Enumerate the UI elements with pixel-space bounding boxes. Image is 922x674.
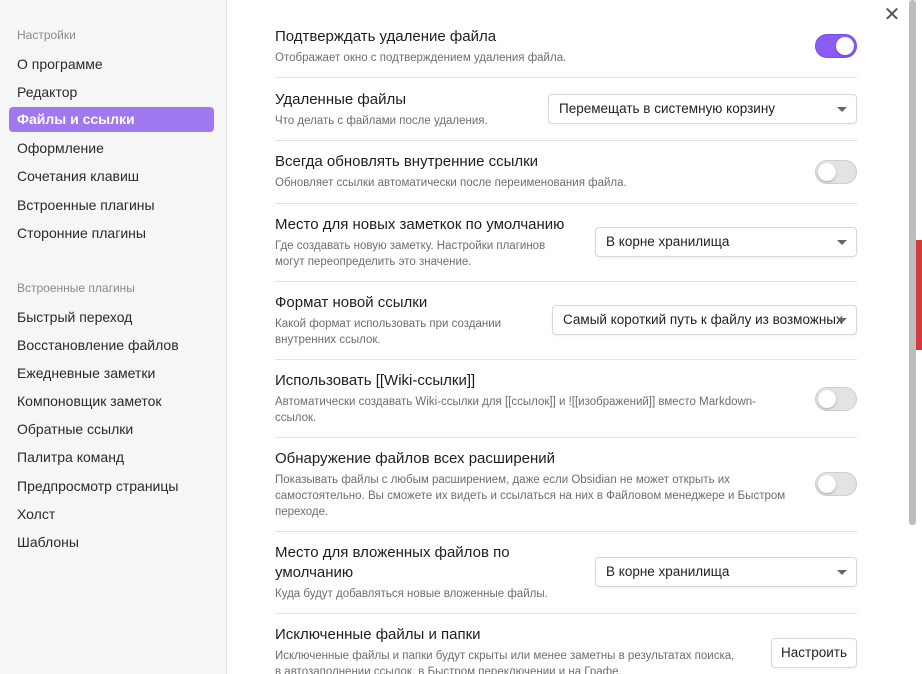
auto-update-links-toggle[interactable]	[815, 160, 857, 184]
setting-name: Всегда обновлять внутренние ссылки	[275, 153, 539, 170]
desc-line: самостоятельно. Вы сможете их видеть и с…	[275, 490, 786, 502]
sidebar-item-command-palette[interactable]: Палитра команд	[9, 445, 214, 470]
setting-wiki-links: Использовать [[Wiki-ссылки]] Автоматичес…	[275, 371, 857, 426]
deleted-files-dropdown[interactable]: Перемещать в системную корзину	[548, 94, 857, 124]
setting-auto-update-links: Всегда обновлять внутренние ссылки Обнов…	[275, 152, 857, 191]
divider	[275, 281, 857, 282]
setting-name: Использовать [[Wiki-ссылки]]	[275, 372, 476, 389]
desc-line: в автозаполнении ссылок, в Быстром перек…	[275, 666, 622, 674]
sidebar-item-note-composer[interactable]: Компоновщик заметок	[9, 389, 214, 414]
divider	[275, 203, 857, 204]
dropdown-value: В корне хранилища	[606, 234, 730, 249]
sidebar-item-backlinks[interactable]: Обратные ссылки	[9, 417, 214, 442]
desc-line: ссылок.	[275, 412, 317, 424]
toggle-knob	[818, 163, 836, 181]
setting-name: Обнаружение файлов всех расширений	[275, 450, 556, 467]
sidebar-item-community-plugins[interactable]: Сторонние плагины	[9, 221, 214, 246]
sidebar-item-hotkeys[interactable]: Сочетания клавиш	[9, 164, 214, 189]
sidebar-section-settings: Настройки	[17, 28, 76, 42]
divider	[275, 140, 857, 141]
setting-desc: Исключенные файлы и папки будут скрыты и…	[275, 648, 857, 674]
dropdown-value: В корне хранилища	[606, 564, 730, 579]
sidebar-item-quick-switcher[interactable]: Быстрый переход	[9, 305, 214, 330]
setting-desc: Показывать файлы с любым расширением, да…	[275, 472, 857, 520]
desc-line: Автоматически создавать Wiki-ссылки для …	[275, 396, 757, 408]
setting-desc: Отображает окно с подтверждением удалени…	[275, 52, 567, 64]
detect-all-extensions-toggle[interactable]	[815, 472, 857, 496]
toggle-knob	[836, 37, 854, 55]
new-link-format-dropdown[interactable]: Самый короткий путь к файлу из возможных	[552, 305, 857, 335]
background-edge	[916, 240, 922, 350]
sidebar-section-plugins: Встроенные плагины	[17, 281, 135, 295]
toggle-knob	[818, 390, 836, 408]
setting-confirm-delete: Подтверждать удаление файла Отображает о…	[275, 27, 857, 66]
setting-excluded-files: Исключенные файлы и папки Исключенные фа…	[275, 625, 857, 674]
sidebar-item-files-links[interactable]: Файлы и ссылки	[9, 107, 214, 132]
settings-window: Настройки О программе Редактор Файлы и с…	[0, 0, 922, 674]
chevron-down-icon	[837, 107, 847, 112]
chevron-down-icon	[837, 318, 847, 323]
close-icon[interactable]: ✕	[880, 4, 904, 28]
divider	[275, 359, 857, 360]
sidebar-item-about[interactable]: О программе	[9, 52, 214, 77]
setting-detect-all-extensions: Обнаружение файлов всех расширений Показ…	[275, 449, 857, 520]
divider	[275, 613, 857, 614]
toggle-knob	[818, 475, 836, 493]
divider	[275, 437, 857, 438]
wiki-links-toggle[interactable]	[815, 387, 857, 411]
confirm-delete-toggle[interactable]	[815, 34, 857, 58]
sidebar-item-editor[interactable]: Редактор	[9, 80, 214, 105]
sidebar-item-page-preview[interactable]: Предпросмотр страницы	[9, 474, 214, 499]
setting-desc: Автоматически создавать Wiki-ссылки для …	[275, 394, 857, 426]
sidebar-item-daily-notes[interactable]: Ежедневные заметки	[9, 361, 214, 386]
new-note-location-dropdown[interactable]: В корне хранилища	[595, 227, 857, 257]
desc-line: Исключенные файлы и папки будут скрыты и…	[275, 650, 735, 662]
sidebar-item-canvas[interactable]: Холст	[9, 502, 214, 527]
setting-desc: Куда будут добавляться новые вложенные ф…	[275, 588, 548, 600]
desc-line: переходе.	[275, 506, 329, 518]
dropdown-value: Самый короткий путь к файлу из возможных	[563, 312, 843, 327]
sidebar-item-core-plugins[interactable]: Встроенные плагины	[9, 193, 214, 218]
sidebar-item-appearance[interactable]: Оформление	[9, 136, 214, 161]
attachment-location-dropdown[interactable]: В корне хранилища	[595, 557, 857, 587]
chevron-down-icon	[837, 240, 847, 245]
divider	[275, 77, 857, 78]
dropdown-value: Перемещать в системную корзину	[559, 101, 776, 116]
sidebar-item-file-recovery[interactable]: Восстановление файлов	[9, 333, 214, 358]
desc-line: Показывать файлы с любым расширением, да…	[275, 474, 730, 486]
setting-name: Исключенные файлы и папки	[275, 626, 481, 643]
setting-name: Подтверждать удаление файла	[275, 28, 497, 45]
settings-sidebar: Настройки О программе Редактор Файлы и с…	[0, 0, 227, 674]
chevron-down-icon	[837, 570, 847, 575]
manage-excluded-files-button[interactable]: Настроить	[771, 638, 857, 668]
setting-desc: Обновляет ссылки автоматически после пер…	[275, 177, 627, 189]
divider	[275, 531, 857, 532]
scrollbar-thumb[interactable]	[909, 0, 916, 525]
sidebar-item-templates[interactable]: Шаблоны	[9, 530, 214, 555]
